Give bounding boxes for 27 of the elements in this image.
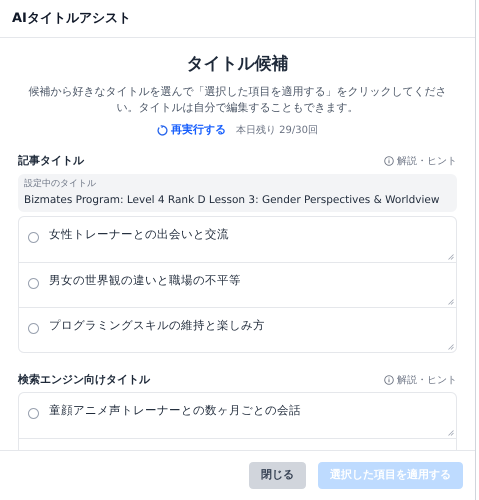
info-icon	[384, 156, 394, 166]
resize-handle-icon[interactable]	[448, 344, 454, 350]
rerun-button[interactable]: 再実行する	[157, 122, 226, 139]
refresh-icon	[157, 125, 168, 136]
radio-button[interactable]	[28, 278, 39, 289]
current-title-value: Bizmates Program: Level 4 Rank D Lesson 3: Gender Perspectives & Worldview	[24, 192, 440, 208]
section-label: 記事タイトル	[18, 152, 84, 169]
section-label: 検索エンジン向けタイトル	[18, 372, 150, 388]
section-heading: タイトル候補	[186, 54, 290, 76]
resize-handle-icon[interactable]	[448, 254, 454, 260]
description-text: 候補から好きなタイトルを選んで「選択した項目を適用する」をクリックしてください。タイトルは自分で編集することもできます。	[28, 84, 448, 116]
title-option-field[interactable]: 女性トレーナーとの出会いと交流	[49, 224, 229, 243]
dialog-title: AIタイトルアシスト	[12, 10, 131, 28]
resize-handle-icon[interactable]	[448, 298, 454, 305]
close-button[interactable]: 閉じる	[249, 462, 306, 489]
radio-button[interactable]	[28, 408, 39, 420]
title-option-field[interactable]: プログラミングスキルの維持と楽しみ方	[49, 316, 265, 334]
hint-link[interactable]: 解説・ヒント	[384, 154, 457, 168]
hint-link[interactable]: 解説・ヒント	[384, 372, 457, 388]
resize-handle-icon[interactable]	[448, 430, 454, 436]
remaining-count: 本日残り 29/30回	[236, 124, 318, 138]
radio-button[interactable]	[28, 232, 39, 243]
radio-button[interactable]	[28, 322, 39, 334]
title-option-field[interactable]: 男女の世界観の違いと職場の不平等	[49, 270, 241, 289]
current-title-label: 設定中のタイトル	[24, 178, 97, 192]
info-icon	[384, 375, 394, 385]
title-option-field[interactable]: 童顔アニメ声トレーナーとの数ヶ月ごとの会話	[49, 401, 301, 420]
